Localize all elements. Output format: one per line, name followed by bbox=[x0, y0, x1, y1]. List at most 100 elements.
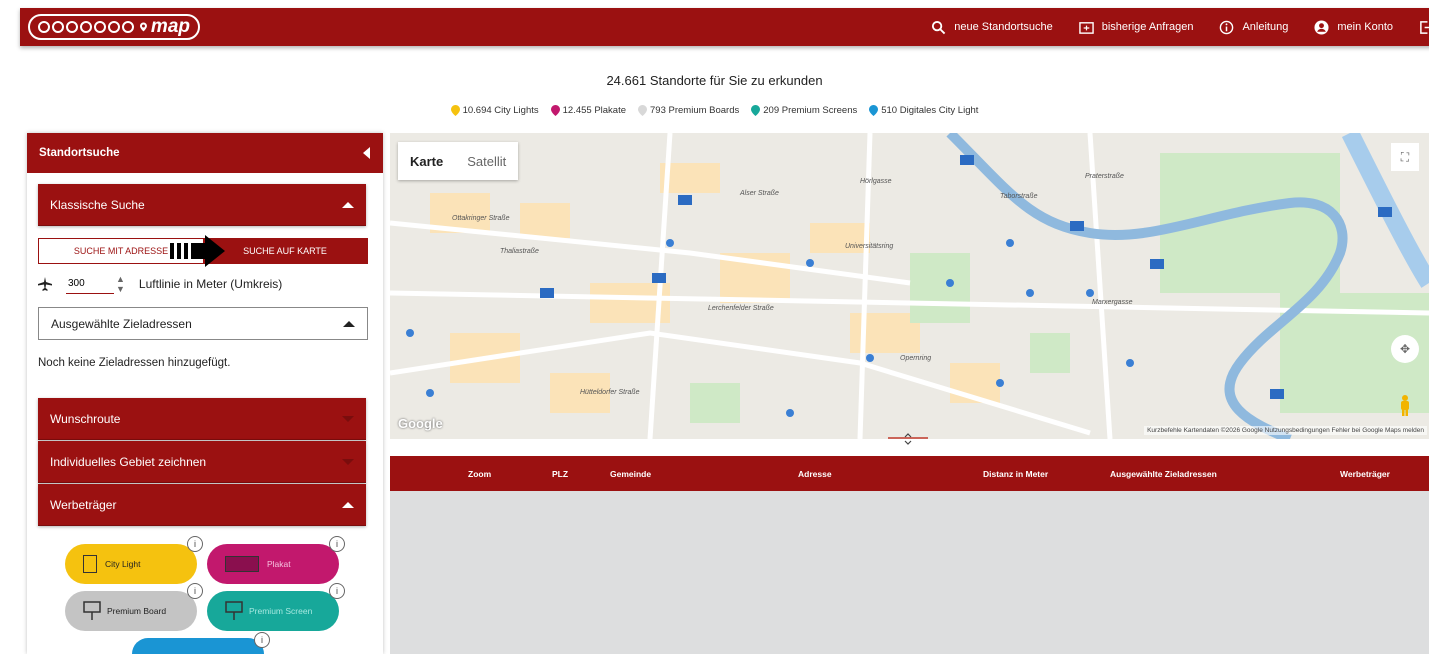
grey-pin-icon bbox=[638, 105, 648, 116]
street-label: Hörlgasse bbox=[860, 178, 892, 185]
tab-satellit[interactable]: Satellit bbox=[455, 142, 518, 180]
chevron-up-icon bbox=[342, 201, 354, 208]
nav-new-search[interactable]: neue Standortsuche bbox=[931, 20, 1053, 35]
draw-area-accordion[interactable]: Individuelles Gebiet zeichnen bbox=[38, 441, 366, 483]
legend-premium-boards: 793 Premium Boards bbox=[638, 105, 739, 116]
chevron-up-icon bbox=[342, 501, 354, 508]
radius-input[interactable] bbox=[66, 274, 114, 294]
resize-handle-icon[interactable] bbox=[888, 432, 928, 446]
google-logo[interactable]: Google bbox=[398, 416, 443, 431]
column-plz[interactable]: PLZ bbox=[552, 456, 568, 491]
fullscreen-icon[interactable]: ⛶ bbox=[1391, 143, 1419, 171]
location-legend: 10.694 City Lights 12.455 Plakate 793 Pr… bbox=[0, 105, 1429, 116]
chevron-up-icon bbox=[343, 320, 355, 327]
street-label: Marxergasse bbox=[1092, 299, 1133, 306]
premium-board-icon bbox=[83, 601, 101, 620]
map-view[interactable]: Alser Straße Ottakringer Straße Thaliast… bbox=[390, 133, 1429, 439]
info-icon[interactable]: i bbox=[187, 536, 203, 552]
legend-city-lights: 10.694 City Lights bbox=[450, 105, 539, 116]
nav-account[interactable]: mein Konto bbox=[1314, 19, 1393, 35]
classic-search-accordion[interactable]: Klassische Suche bbox=[38, 184, 366, 226]
nav-logout[interactable] bbox=[1419, 20, 1429, 35]
carrier-plakat-button[interactable]: Plakat i bbox=[207, 536, 345, 584]
premium-screen-icon bbox=[225, 601, 243, 620]
column-gemeinde[interactable]: Gemeinde bbox=[610, 456, 651, 491]
logo-dots bbox=[38, 21, 134, 33]
map-type-tabs: Karte Satellit bbox=[398, 142, 519, 180]
map-canvas bbox=[390, 133, 1429, 439]
info-icon bbox=[1220, 20, 1234, 34]
pegman-icon[interactable] bbox=[1391, 391, 1419, 419]
logout-icon bbox=[1420, 20, 1429, 34]
carriers-accordion[interactable]: Werbeträger bbox=[38, 484, 366, 526]
teal-pin-icon bbox=[751, 105, 761, 116]
street-label: Praterstraße bbox=[1085, 173, 1124, 180]
street-label: Thaliastraße bbox=[500, 248, 539, 255]
draw-area-label: Individuelles Gebiet zeichnen bbox=[50, 454, 207, 469]
page-title: 24.661 Standorte für Sie zu erkunden bbox=[606, 73, 823, 88]
carrier-label: Premium Board bbox=[107, 606, 167, 616]
column-zoom[interactable]: Zoom bbox=[468, 456, 491, 491]
airplane-icon bbox=[38, 277, 52, 291]
carrier-premium-screen-button[interactable]: Premium Screen i bbox=[207, 583, 345, 631]
radius-stepper[interactable]: ▲ ▼ bbox=[116, 274, 125, 294]
column-adresse[interactable]: Adresse bbox=[798, 456, 832, 491]
column-werbetraeger[interactable]: Werbeträger bbox=[1340, 456, 1390, 491]
sidebar-header: Standortsuche bbox=[27, 133, 383, 173]
nav-guide-label: Anleitung bbox=[1242, 21, 1289, 33]
radius-label: Luftlinie in Meter (Umkreis) bbox=[138, 277, 283, 291]
account-icon bbox=[1314, 19, 1329, 35]
pan-control-icon[interactable]: ✥ bbox=[1391, 335, 1419, 363]
nav-previous-requests-label: bisherige Anfragen bbox=[1101, 21, 1194, 33]
app-window: map neue Standortsuche bisherige Anfrage… bbox=[0, 0, 1429, 654]
tab-karte[interactable]: Karte bbox=[398, 142, 455, 180]
info-icon[interactable]: i bbox=[329, 583, 345, 599]
carriers-label: Werbeträger bbox=[50, 497, 117, 512]
results-table-body bbox=[390, 491, 1429, 654]
no-destinations-text: Noch keine Zieladressen hinzugefügt. bbox=[38, 357, 231, 369]
folder-icon bbox=[1078, 21, 1094, 34]
legend-premium-screens: 209 Premium Screens bbox=[751, 105, 857, 116]
street-label: Taborstraße bbox=[1000, 193, 1038, 200]
column-distanz[interactable]: Distanz in Meter bbox=[983, 456, 1048, 491]
info-icon[interactable]: i bbox=[329, 536, 345, 552]
top-nav: neue Standortsuche bisherige Anfragen An… bbox=[931, 8, 1429, 46]
carrier-premium-board-button[interactable]: Premium Board i bbox=[65, 583, 203, 631]
wunschroute-accordion[interactable]: Wunschroute bbox=[38, 398, 366, 440]
selected-destinations-label: Ausgewählte Zieladressen bbox=[51, 316, 192, 331]
column-zieladressen[interactable]: Ausgewählte Zieladressen bbox=[1110, 456, 1217, 491]
legend-digital-city-light: 510 Digitales City Light bbox=[869, 105, 978, 116]
wunschroute-label: Wunschroute bbox=[50, 411, 121, 426]
legend-label: 12.455 Plakate bbox=[562, 105, 627, 116]
info-icon[interactable]: i bbox=[187, 583, 203, 599]
top-navigation-bar: map neue Standortsuche bisherige Anfrage… bbox=[20, 8, 1429, 46]
selected-destinations-dropdown[interactable]: Ausgewählte Zieladressen bbox=[38, 307, 368, 340]
nav-guide[interactable]: Anleitung bbox=[1219, 20, 1288, 35]
magenta-pin-icon bbox=[550, 105, 560, 116]
chevron-down-icon bbox=[342, 458, 354, 465]
nav-account-label: mein Konto bbox=[1337, 21, 1393, 33]
nav-new-search-label: neue Standortsuche bbox=[954, 21, 1053, 33]
carrier-city-light-button[interactable]: City Light i bbox=[65, 536, 203, 584]
legend-label: 510 Digitales City Light bbox=[881, 105, 979, 116]
map-attribution[interactable]: Kurzbefehle Kartendaten ©2026 Google Nut… bbox=[1144, 426, 1427, 435]
poster-icon bbox=[225, 556, 259, 572]
blue-pin-icon bbox=[869, 105, 879, 116]
info-icon[interactable]: i bbox=[254, 632, 270, 648]
yellow-pin-icon bbox=[450, 105, 460, 116]
street-label: Hütteldorfer Straße bbox=[580, 389, 640, 396]
results-table-header: Zoom PLZ Gemeinde Adresse Distanz in Met… bbox=[390, 456, 1429, 491]
collapse-left-icon[interactable] bbox=[363, 147, 371, 159]
arrow-right-icon bbox=[170, 235, 225, 267]
street-label: Universitätsring bbox=[845, 243, 894, 250]
carrier-digital-city-light-button[interactable]: i bbox=[132, 632, 270, 654]
legend-plakate: 12.455 Plakate bbox=[550, 105, 627, 116]
nav-previous-requests[interactable]: bisherige Anfragen bbox=[1078, 20, 1194, 35]
app-logo[interactable]: map bbox=[28, 14, 200, 40]
carrier-label: Plakat bbox=[267, 559, 291, 569]
legend-label: 10.694 City Lights bbox=[462, 105, 539, 116]
logo-text: map bbox=[150, 16, 190, 37]
street-label: Opernring bbox=[900, 355, 932, 362]
carrier-label: Premium Screen bbox=[249, 606, 313, 616]
radius-row: ▲▼ Luftlinie in Meter (Umkreis) bbox=[38, 272, 282, 296]
